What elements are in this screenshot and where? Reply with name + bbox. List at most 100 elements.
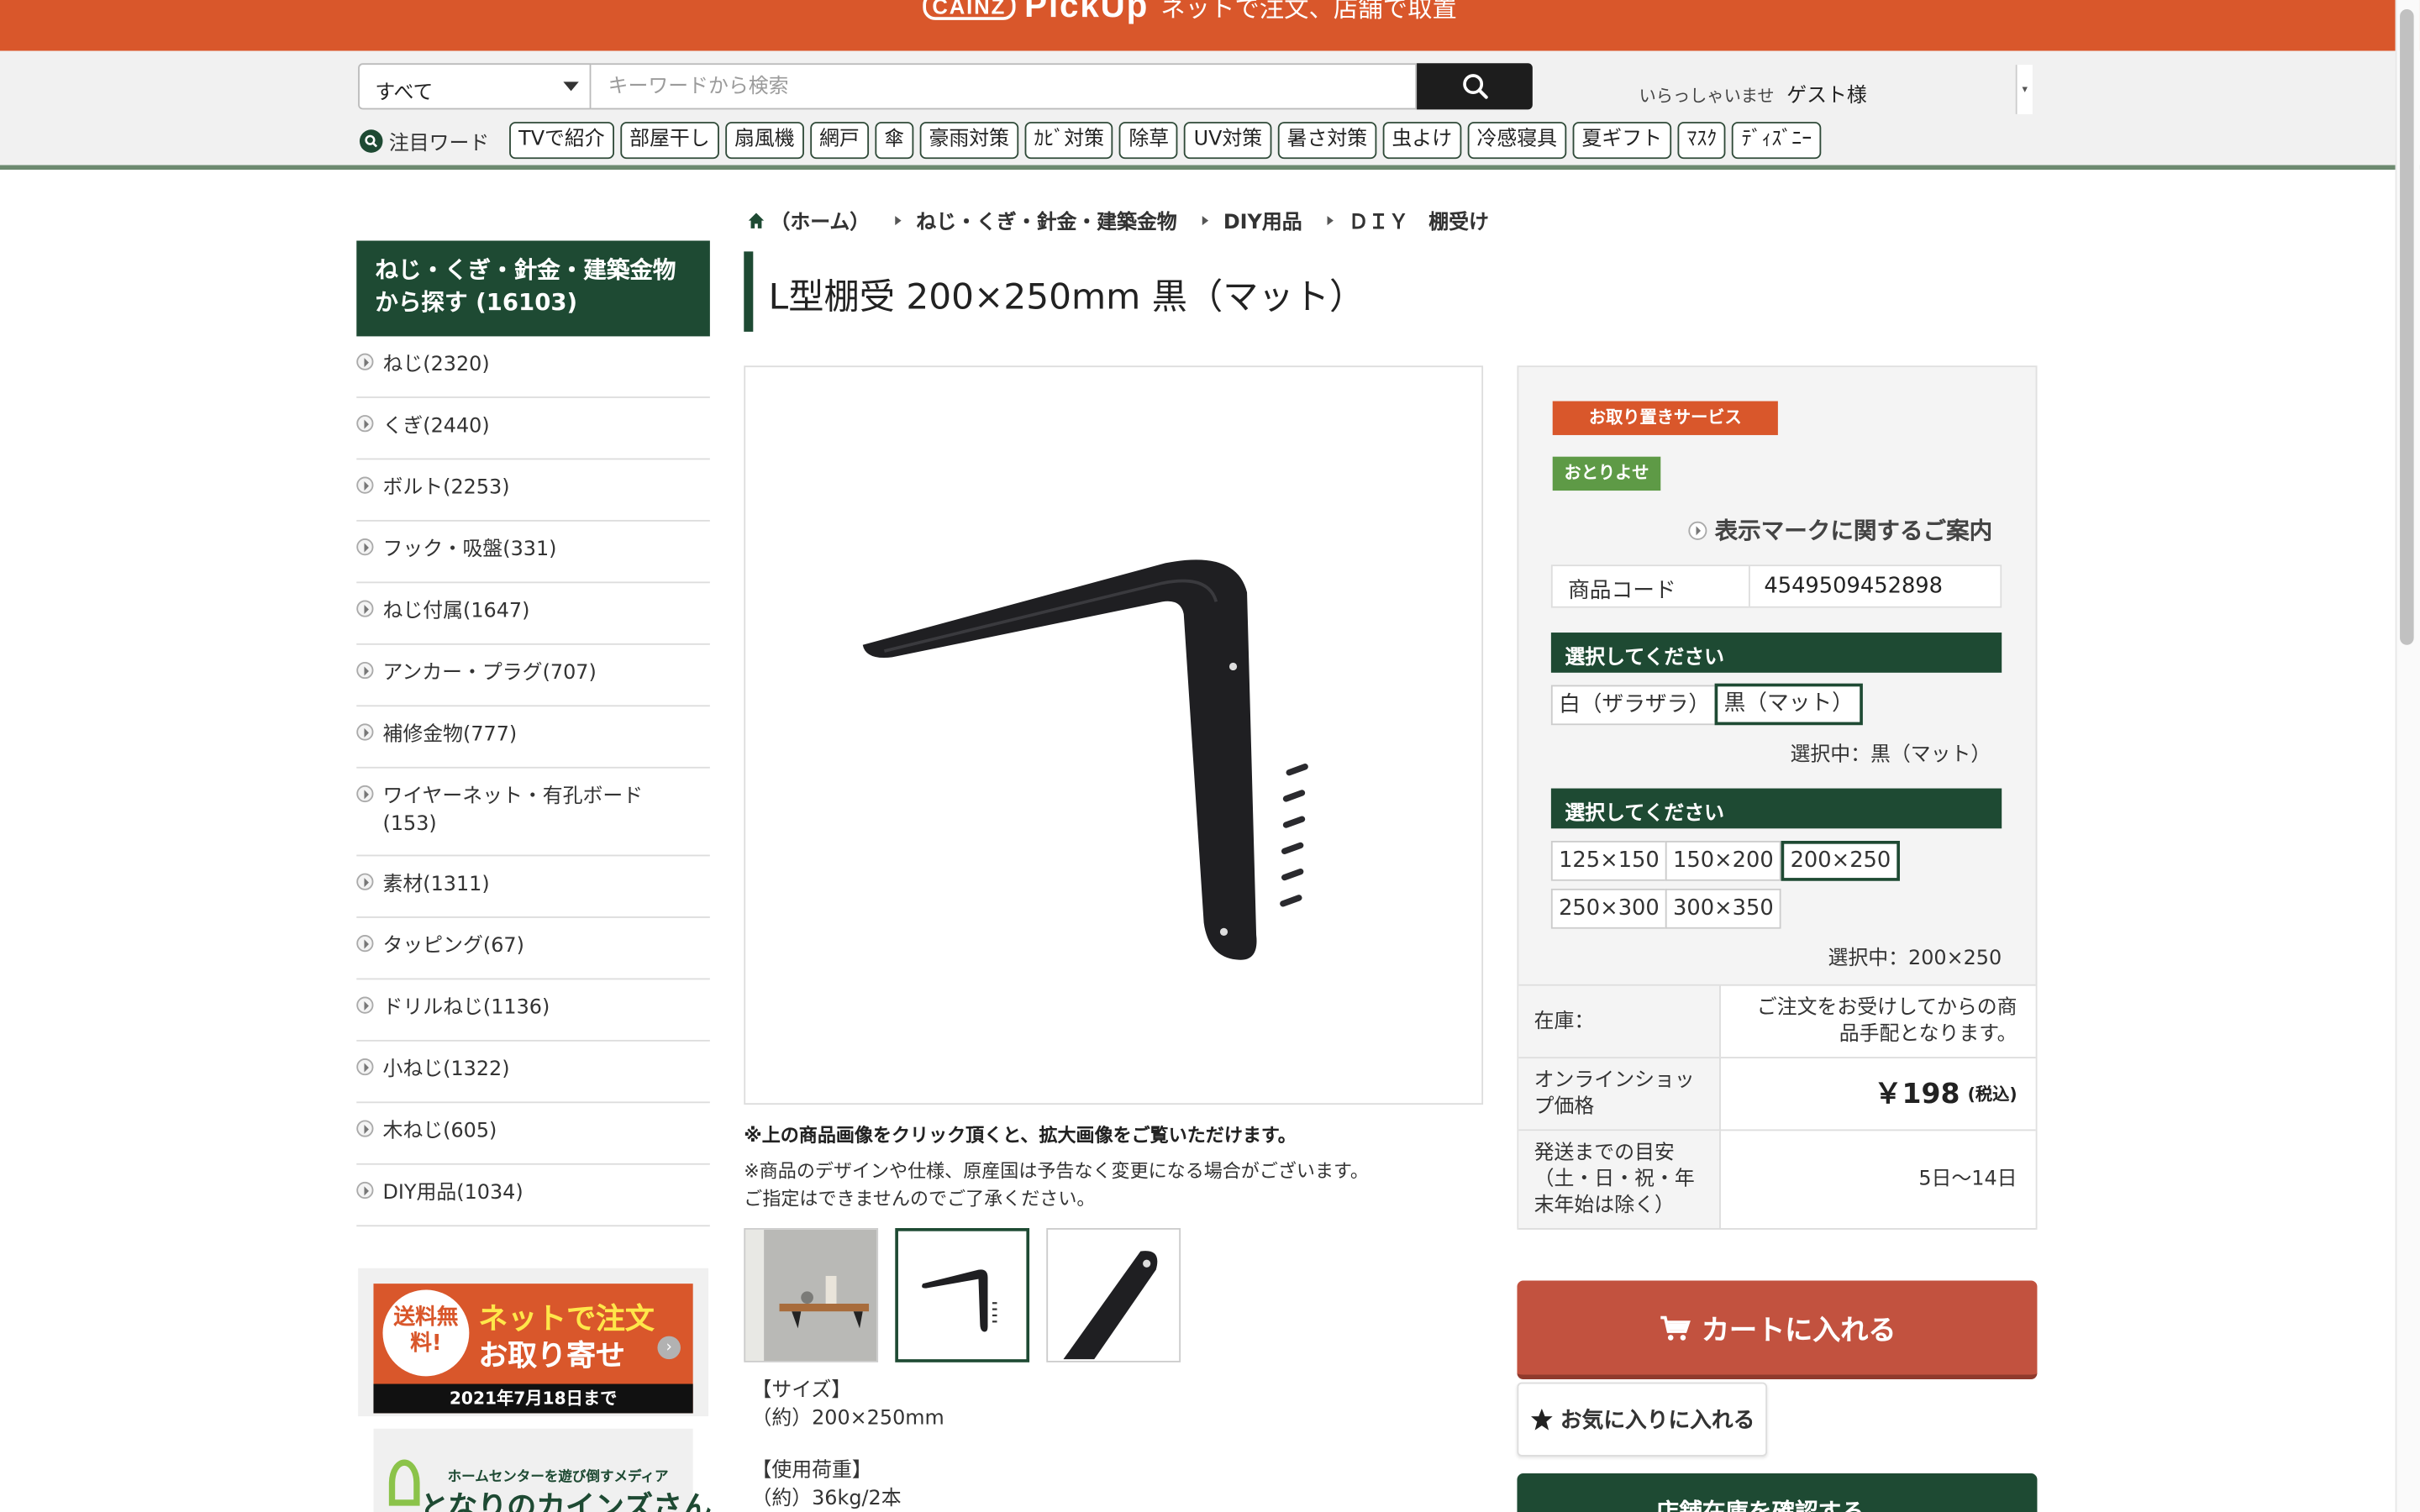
hot-word-tag[interactable]: 網戸 xyxy=(810,122,869,160)
sidebar-item[interactable]: 木ねじ(605) xyxy=(356,1103,710,1165)
size-option-selected[interactable]: 200×250 xyxy=(1781,841,1901,881)
sidebar-item-label: フック・吸盤(331) xyxy=(382,538,557,562)
hot-words-list: TVで紹介 部屋干し 扇風機 網戸 傘 豪雨対策 ｶﾋﾞ対策 除草 UV対策 暑… xyxy=(509,122,1822,160)
media-promo-banner[interactable]: ホームセンターを遊び倒すメディア となりのカインズさん xyxy=(373,1428,712,1512)
arrow-bullet-icon xyxy=(356,476,374,494)
sidebar-item[interactable]: 素材(1311) xyxy=(356,856,710,918)
hot-word-tag[interactable]: 夏ギフト xyxy=(1572,122,1672,160)
size-option[interactable]: 250×300 xyxy=(1550,888,1667,929)
sidebar-item[interactable]: 補修金物(777) xyxy=(356,706,710,769)
breadcrumb-subcategory[interactable]: DIY用品 xyxy=(1223,205,1302,235)
breadcrumb-category[interactable]: ねじ・くぎ・針金・建築金物 xyxy=(916,205,1176,235)
sidebar-item-label: くぎ(2440) xyxy=(382,415,490,438)
page: CAINZ PickUp ネットで注文、店舗で取置 すべて いらっしゃいませゲス… xyxy=(0,0,2420,1512)
color-select-heading: 選択してください xyxy=(1550,633,2002,673)
product-main-image[interactable] xyxy=(744,365,1484,1105)
hot-word-tag[interactable]: 扇風機 xyxy=(724,122,804,160)
breadcrumb-separator-icon xyxy=(1202,215,1208,225)
search-input[interactable] xyxy=(591,63,1418,110)
spec-load-value: （約）36kg/2本 xyxy=(751,1487,902,1511)
sidebar-item-label: ボルト(2253) xyxy=(382,476,510,501)
sidebar-item-label: 補修金物(777) xyxy=(382,723,518,747)
chevron-right-icon: › xyxy=(657,1336,681,1360)
mark-guide-link[interactable]: 表示マークに関するご案内 xyxy=(1688,514,1992,547)
hot-word-tag[interactable]: TVで紹介 xyxy=(509,122,614,160)
arrow-bullet-icon xyxy=(356,785,374,803)
sidebar-item[interactable]: ワイヤーネット・有孔ボード(153) xyxy=(356,769,710,857)
breadcrumb-home[interactable]: （ホーム） xyxy=(771,205,871,235)
hot-word-tag[interactable]: ｶﾋﾞ対策 xyxy=(1024,122,1114,160)
color-option-black[interactable]: 黒（マット） xyxy=(1714,683,1863,726)
size-option[interactable]: 150×200 xyxy=(1665,841,1781,881)
product-thumbnail-selected[interactable] xyxy=(895,1228,1030,1362)
media-logo-icon xyxy=(388,1459,420,1506)
price-value: ￥198 xyxy=(1874,1077,1960,1110)
free-shipping-promo-banner[interactable]: 送料無料! ネットで注文 お取り寄せ › 2021年7月18日まで xyxy=(358,1268,709,1417)
hot-word-tag[interactable]: ﾏｽｸ xyxy=(1677,122,1727,160)
sidebar-item[interactable]: DIY用品(1034) xyxy=(356,1165,710,1227)
mark-guide-text: 表示マークに関するご案内 xyxy=(1714,517,1993,545)
sidebar-item-label: ワイヤーネット・有孔ボード(153) xyxy=(382,785,644,837)
category-select[interactable]: すべて xyxy=(358,63,592,110)
home-icon[interactable] xyxy=(747,211,765,229)
sidebar-item[interactable]: ねじ(2320) xyxy=(356,336,710,398)
price-label: オンラインショップ価格 xyxy=(1518,1058,1721,1130)
sidebar-item-label: 木ねじ(605) xyxy=(382,1120,497,1143)
sidebar-item[interactable]: ドリルねじ(1136) xyxy=(356,979,710,1042)
hot-word-tag[interactable]: 傘 xyxy=(875,122,914,160)
hot-word-tag[interactable]: 豪雨対策 xyxy=(919,122,1019,160)
size-option[interactable]: 125×150 xyxy=(1550,841,1667,881)
user-menu-toggle[interactable]: ▾ xyxy=(2015,65,2033,114)
guest-name[interactable]: ゲスト様 xyxy=(1786,85,1867,108)
hot-word-tag[interactable]: 虫よけ xyxy=(1382,122,1462,160)
size-option[interactable]: 300×350 xyxy=(1665,888,1781,929)
arrow-bullet-icon xyxy=(356,600,374,617)
sidebar-item[interactable]: アンカー・プラグ(707) xyxy=(356,645,710,707)
product-disclaimer: ※商品のデザインや仕様、原産国は予告なく変更になる場合がございます。 ご指定はで… xyxy=(744,1158,1369,1213)
arrow-bullet-icon xyxy=(356,661,374,680)
breadcrumb-separator-icon xyxy=(1326,215,1334,225)
hot-word-tag[interactable]: 暑さ対策 xyxy=(1277,122,1377,160)
color-option-white[interactable]: 白（ザラザラ） xyxy=(1550,685,1718,726)
sidebar-item[interactable]: タッピング(67) xyxy=(356,918,710,980)
hot-word-tag[interactable]: 冷感寝具 xyxy=(1467,122,1567,160)
product-code-value: 4549509452898 xyxy=(1764,574,1944,599)
hot-word-tag[interactable]: UV対策 xyxy=(1184,122,1272,160)
pickup-logo[interactable]: CAINZ PickUp xyxy=(923,0,1149,28)
arrow-bullet-icon xyxy=(1688,520,1707,539)
sidebar-item-label: ねじ付属(1647) xyxy=(382,600,530,624)
add-to-favorites-button[interactable]: お気に入りに入れる xyxy=(1517,1382,1768,1457)
add-to-cart-button[interactable]: カートに入れる xyxy=(1517,1280,2038,1380)
stock-label: 在庫： xyxy=(1518,985,1721,1058)
sidebar-item[interactable]: くぎ(2440) xyxy=(356,398,710,460)
breadcrumb-current[interactable]: ＤＩＹ 棚受け xyxy=(1349,205,1489,235)
check-store-stock-label: 店舗在庫を確認する xyxy=(1655,1498,1865,1512)
greeting-text: いらっしゃいませ xyxy=(1639,86,1775,107)
hot-word-tag[interactable]: ﾃﾞｨｽﾞﾆｰ xyxy=(1732,122,1822,160)
promo-banner-body: 送料無料! ネットで注文 お取り寄せ › 2021年7月18日まで xyxy=(373,1284,693,1414)
hot-words-label: 注目ワード xyxy=(359,127,489,156)
sidebar-item[interactable]: ボルト(2253) xyxy=(356,459,710,522)
arrow-bullet-icon xyxy=(356,415,374,433)
sidebar-item[interactable]: フック・吸盤(331) xyxy=(356,522,710,584)
product-thumbnail[interactable] xyxy=(1046,1228,1181,1362)
sidebar-item[interactable]: 小ねじ(1322) xyxy=(356,1042,710,1104)
spec-size-value: （約）200×250mm xyxy=(751,1407,944,1431)
scrollbar-thumb[interactable] xyxy=(2400,9,2414,645)
room-scene-thumbnail-image xyxy=(745,1229,877,1361)
spec-load-label: 【使用荷重】 xyxy=(751,1459,872,1483)
stock-value: ご注文をお受けしてからの商品手配となります。 xyxy=(1756,996,2018,1047)
search-button[interactable] xyxy=(1417,63,1533,110)
sidebar-item[interactable]: ねじ付属(1647) xyxy=(356,583,710,645)
free-shipping-badge: 送料無料! xyxy=(382,1289,470,1377)
hot-word-tag[interactable]: 部屋干し xyxy=(620,122,719,160)
bracket-closeup-thumbnail-image xyxy=(1063,1251,1158,1360)
product-thumbnail[interactable] xyxy=(744,1228,879,1362)
arrow-bullet-icon xyxy=(356,996,374,1014)
hot-word-tag[interactable]: 除草 xyxy=(1119,122,1179,160)
check-store-stock-button[interactable]: 店舗在庫を確認する xyxy=(1517,1473,2038,1512)
greeting: いらっしゃいませ ゲスト様 xyxy=(1639,79,1867,108)
sidebar-item-label: 素材(1311) xyxy=(382,873,490,897)
shelf-bracket-image xyxy=(862,559,1308,960)
arrow-bullet-icon xyxy=(356,873,374,890)
